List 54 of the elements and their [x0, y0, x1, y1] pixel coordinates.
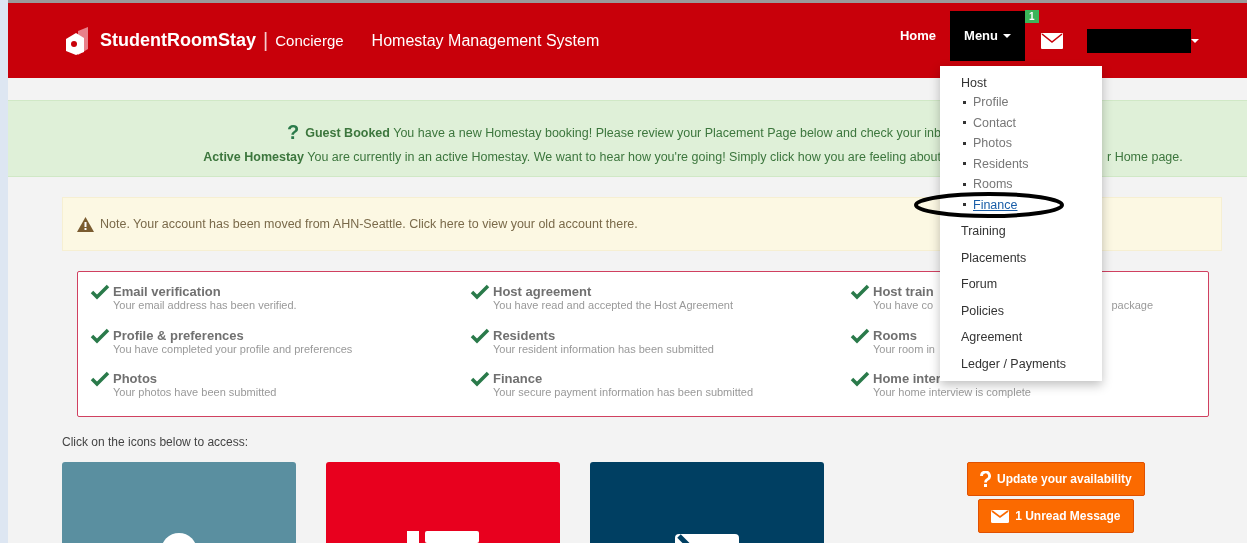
submenu-item[interactable]: Contact	[961, 115, 1017, 130]
checklist-description: You have co	[873, 299, 934, 311]
checklist-title: Residents	[493, 327, 556, 343]
checklist-title: Rooms	[873, 327, 918, 343]
menu-item[interactable]: Policies	[961, 297, 1102, 324]
brand-subtitle: Concierge	[275, 32, 344, 49]
submenu-item[interactable]: Residents	[961, 156, 1029, 171]
mail-icon	[991, 509, 1010, 523]
list-icon	[407, 530, 479, 543]
warning-icon	[77, 216, 94, 232]
checklist-description: Your email address has been verified.	[113, 299, 297, 311]
checklist-description: Your home interview is complete	[873, 386, 1031, 399]
checklist-description: Your secure payment information has been submitted	[493, 386, 754, 399]
checklist-title: Home inter	[873, 371, 941, 387]
checklist-title: Finance	[493, 371, 543, 387]
menu-item[interactable]: Agreement	[961, 324, 1102, 351]
submenu-item[interactable]: Profile	[961, 95, 1009, 109]
message-count-badge: 1	[1025, 9, 1039, 23]
access-tile[interactable]	[62, 462, 296, 543]
submenu-item[interactable]: Rooms	[961, 177, 1013, 191]
menu-section-label: Host	[961, 76, 988, 90]
nav-link[interactable]: Home	[885, 10, 951, 61]
alert-text: Active Homestay You are currently in an active Homestay. We want to hear how you're going! Simply click how you are feeling about	[203, 150, 941, 164]
checklist-description: Your photos have been submitted	[113, 386, 277, 399]
checklist-description: You have read and accepted the Host Agreement	[493, 299, 733, 311]
checklist-description: You have completed your profile and preferences	[113, 342, 353, 355]
brand-divider: |	[263, 29, 269, 52]
question-icon: ?	[287, 121, 300, 144]
menu-item[interactable]: Placements	[961, 244, 1102, 271]
access-instruction: Click on the icons below to access:	[62, 435, 250, 449]
checklist-title: Photos	[113, 371, 158, 387]
menu-item[interactable]: Training	[961, 218, 1102, 245]
nav-link[interactable]: Menu	[950, 10, 1025, 61]
mail-icon[interactable]	[1041, 32, 1063, 49]
checklist-title: Host agreement	[493, 284, 592, 299]
checklist-description: package	[1111, 299, 1153, 311]
access-tile[interactable]	[326, 462, 560, 543]
checklist-title: Profile & preferences	[113, 327, 244, 343]
caret-icon	[1003, 33, 1011, 38]
menu-item[interactable]: Ledger / Payments	[961, 350, 1102, 377]
caret-icon[interactable]	[1191, 38, 1199, 43]
checklist-description: Your room in	[873, 342, 935, 355]
question-icon	[980, 471, 991, 487]
access-tile[interactable]	[590, 462, 824, 543]
app-title: Homestay Management System	[371, 31, 600, 50]
checklist-title: Host train	[873, 284, 934, 299]
submenu-item[interactable]: Photos	[961, 136, 1012, 150]
checklist-description: Your resident information has been submitted	[493, 342, 714, 355]
alert-text: r Home page.	[1107, 150, 1184, 164]
alert-text: Guest Booked You have a new Homestay booking! Please review your Placement Page below and check your inb	[305, 125, 941, 140]
checklist-title: Email verification	[113, 284, 221, 299]
brand-name: StudentRoomStay	[100, 30, 256, 51]
menu-item[interactable]: Forum	[961, 271, 1102, 298]
note-text[interactable]: Note. Your account has been moved from AHN-Seattle. Click here to view your old account there.	[100, 217, 638, 231]
